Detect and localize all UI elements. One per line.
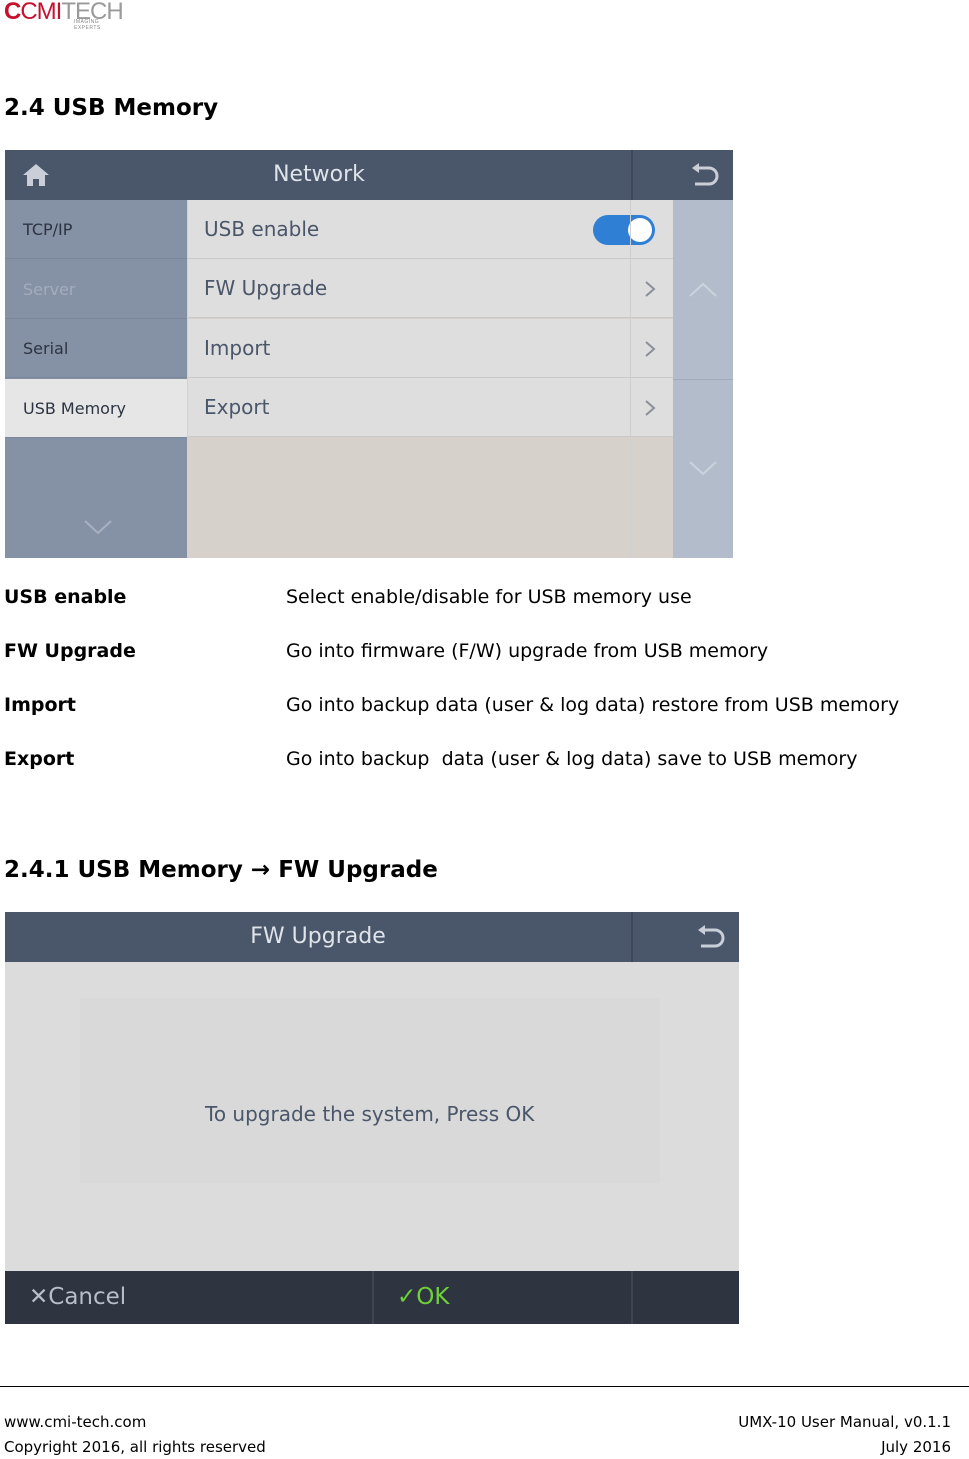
- ok-label: OK: [416, 1284, 450, 1310]
- screen-header: FW Upgrade: [5, 912, 739, 962]
- row-label: FW Upgrade: [204, 276, 328, 300]
- row-fw-upgrade[interactable]: FW Upgrade: [188, 259, 673, 318]
- definition-term: Import: [4, 694, 76, 716]
- row-usb-enable[interactable]: USB enable: [188, 200, 673, 259]
- network-screen: Network TCP/IP Server Serial USB Memory …: [5, 150, 733, 558]
- chevron-down-icon[interactable]: [83, 517, 113, 537]
- chevron-right-icon: [645, 341, 656, 357]
- sidebar-item-tcpip[interactable]: TCP/IP: [5, 200, 187, 259]
- header-divider: [631, 150, 633, 200]
- settings-list: USB enable FW Upgrade Import Export: [188, 200, 673, 558]
- toggle-knob: [628, 218, 652, 242]
- definition-desc: Go into firmware (F/W) upgrade from USB …: [286, 640, 769, 662]
- right-arrow-icon: →: [250, 857, 271, 883]
- cancel-button[interactable]: ✕Cancel: [29, 1271, 126, 1324]
- action-divider: [631, 1271, 633, 1324]
- chevron-up-icon[interactable]: [688, 280, 718, 300]
- footer-date: July 2016: [881, 1438, 951, 1456]
- header-divider: [631, 912, 633, 962]
- chevron-right-icon: [645, 281, 656, 297]
- action-divider: [372, 1271, 374, 1324]
- sidebar: TCP/IP Server Serial USB Memory: [5, 200, 187, 558]
- list-divider: [630, 200, 631, 558]
- sidebar-item-serial[interactable]: Serial: [5, 319, 187, 378]
- cancel-label: Cancel: [48, 1284, 127, 1310]
- upgrade-message: To upgrade the system, Press OK: [205, 1102, 535, 1126]
- footer-copyright: Copyright 2016, all rights reserved: [4, 1438, 266, 1456]
- action-bar: ✕Cancel ✓OK: [5, 1271, 739, 1324]
- back-arrow-icon[interactable]: [695, 924, 725, 950]
- footer-manual: UMX-10 User Manual, v0.1.1: [738, 1413, 951, 1431]
- logo-mark: C: [4, 0, 21, 25]
- screen-title: Network: [273, 162, 365, 187]
- screen-header: Network: [5, 150, 733, 200]
- sidebar-item-usb-memory[interactable]: USB Memory: [5, 379, 187, 438]
- back-arrow-icon[interactable]: [689, 162, 719, 188]
- definition-term: Export: [4, 748, 75, 770]
- footer-rule: [0, 1386, 969, 1387]
- close-icon: ✕: [29, 1284, 49, 1310]
- row-label: USB enable: [204, 217, 320, 241]
- chevron-down-icon[interactable]: [688, 458, 718, 478]
- definition-desc: Select enable/disable for USB memory use: [286, 586, 692, 608]
- footer-website: www.cmi-tech.com: [4, 1413, 147, 1431]
- usb-enable-toggle[interactable]: [593, 215, 655, 245]
- fw-upgrade-screen: FW Upgrade To upgrade the system, Press …: [5, 912, 739, 1324]
- heading-part-b: FW Upgrade: [278, 857, 438, 883]
- logo-brand-main: CMI: [20, 0, 62, 25]
- message-panel: [80, 998, 660, 1183]
- definition-term: FW Upgrade: [4, 640, 136, 662]
- row-import[interactable]: Import: [188, 319, 673, 378]
- company-logo: C CMITECH IMAGING EXPERTS: [4, 0, 124, 31]
- logo-tagline: IMAGING EXPERTS: [74, 19, 101, 31]
- heading-part-a: 2.4.1 USB Memory: [4, 857, 243, 883]
- row-label: Import: [204, 336, 271, 360]
- check-icon: ✓: [397, 1284, 417, 1310]
- sidebar-item-server[interactable]: Server: [5, 260, 187, 319]
- ok-button[interactable]: ✓OK: [397, 1271, 449, 1324]
- row-export[interactable]: Export: [188, 378, 673, 437]
- definition-term: USB enable: [4, 586, 127, 608]
- section-heading-fw-upgrade: 2.4.1 USB Memory → FW Upgrade: [4, 857, 438, 883]
- chevron-right-icon: [645, 400, 656, 416]
- scrollbar[interactable]: [673, 200, 733, 558]
- screen-title: FW Upgrade: [250, 924, 386, 949]
- row-label: Export: [204, 395, 270, 419]
- scroll-separator: [673, 379, 733, 380]
- definition-desc: Go into backup data (user & log data) sa…: [286, 748, 858, 770]
- definition-desc: Go into backup data (user & log data) re…: [286, 694, 900, 716]
- section-heading-usb-memory: 2.4 USB Memory: [4, 95, 219, 121]
